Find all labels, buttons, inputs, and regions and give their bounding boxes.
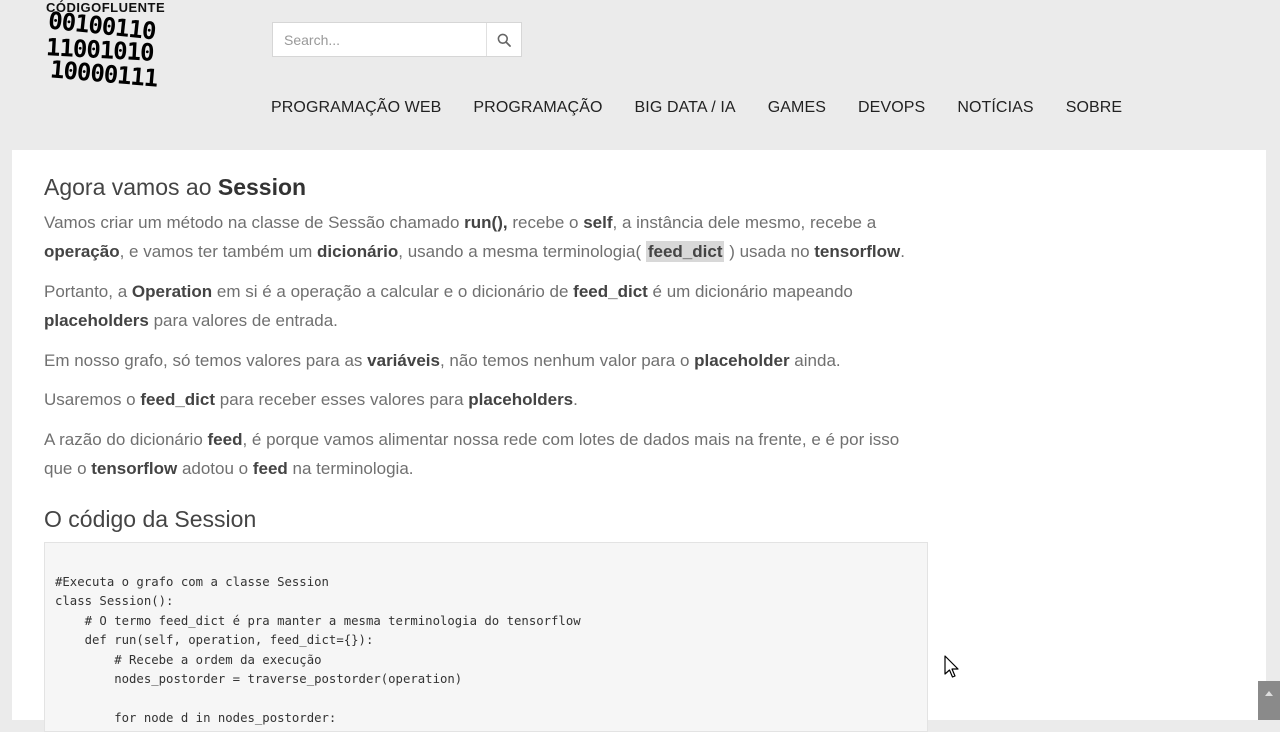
site-header: CÓDIGOFLUENTE 00100110 11001010 10000111…: [0, 0, 1280, 150]
text: .: [573, 390, 578, 409]
bold-text: feed: [252, 459, 288, 478]
bold-text: feed_dict: [140, 390, 216, 409]
paragraph-5: A razão do dicionário feed, é porque vam…: [44, 425, 929, 483]
nav-item-games[interactable]: GAMES: [752, 96, 842, 120]
text: na terminologia.: [287, 459, 414, 478]
paragraph-4: Usaremos o feed_dict para receber esses …: [44, 385, 929, 414]
paragraph-2: Portanto, a Operation em si é a operação…: [44, 277, 929, 335]
mouse-pointer-icon: [944, 655, 959, 678]
nav-item-sobre[interactable]: SOBRE: [1050, 96, 1139, 120]
search-input[interactable]: [273, 23, 487, 56]
text: Usaremos o: [44, 390, 141, 409]
nav-item-programacao-web[interactable]: PROGRAMAÇÃO WEB: [255, 96, 457, 120]
text: para valores de entrada.: [148, 311, 338, 330]
heading-prefix: Agora vamos ao: [44, 174, 212, 200]
main-nav: PROGRAMAÇÃO WEB PROGRAMAÇÃO BIG DATA / I…: [255, 96, 1138, 120]
text: Vamos criar um método na classe de Sessã…: [44, 213, 465, 232]
text: , não temos nenhum valor para o: [439, 351, 695, 370]
nav-item-noticias[interactable]: NOTÍCIAS: [941, 96, 1049, 120]
bold-text: feed_dict: [573, 282, 648, 301]
section-heading-code: O código da Session: [44, 506, 257, 532]
bold-text: tensorflow: [814, 242, 901, 261]
code-text[interactable]: #Executa o grafo com a classe Session cl…: [55, 573, 581, 728]
text: em si é a operação a calcular e o dicion…: [212, 282, 574, 301]
text: ainda.: [789, 351, 841, 370]
bold-text: tensorflow: [91, 459, 178, 478]
search-box: [272, 22, 522, 57]
site-logo[interactable]: CÓDIGOFLUENTE 00100110 11001010 10000111: [44, 0, 236, 93]
text: para receber esses valores para: [215, 390, 469, 409]
text: ) usada no: [724, 242, 815, 261]
content-area: Agora vamos ao Session Vamos criar um mé…: [12, 150, 1266, 732]
bold-text: variáveis: [367, 351, 440, 370]
bold-text: self: [583, 213, 613, 232]
text: recebe o: [507, 213, 584, 232]
heading-bold: Session: [217, 174, 307, 200]
text: , a instância dele mesmo, recebe a: [612, 213, 877, 232]
code-block[interactable]: #Executa o grafo com a classe Session cl…: [44, 542, 928, 732]
paragraph-1: Vamos criar um método na classe de Sessã…: [44, 208, 929, 266]
highlighted-text: feed_dict: [645, 241, 725, 262]
nav-item-devops[interactable]: DEVOPS: [842, 96, 941, 120]
search-button[interactable]: [486, 23, 521, 56]
bold-text: feed: [207, 430, 243, 449]
nav-item-programacao[interactable]: PROGRAMAÇÃO: [457, 96, 618, 120]
text: , usando a mesma terminologia(: [398, 242, 646, 261]
text: Portanto, a: [44, 282, 132, 301]
text: A razão do dicionário: [44, 430, 208, 449]
section-heading-session: Agora vamos ao Session: [44, 172, 306, 202]
bold-text: placeholders: [44, 311, 149, 330]
text: é um dicionário mapeando: [647, 282, 853, 301]
text: , e vamos ter também um: [119, 242, 318, 261]
bold-text: Operation: [131, 282, 213, 301]
text: adotou o: [177, 459, 253, 478]
bold-text: operação: [44, 242, 120, 261]
logo-bits-line-3: 10000111: [48, 55, 159, 93]
paragraph-3: Em nosso grafo, só temos valores para as…: [44, 346, 929, 375]
text: Em nosso grafo, só temos valores para as: [44, 351, 368, 370]
bold-text: placeholders: [468, 390, 574, 409]
chevron-up-icon: [1265, 691, 1273, 696]
bold-text: placeholder: [694, 351, 790, 370]
text: .: [900, 242, 905, 261]
nav-item-big-data-ia[interactable]: BIG DATA / IA: [619, 96, 752, 120]
bold-text: run(),: [464, 213, 508, 232]
bold-text: dicionário: [317, 242, 399, 261]
search-icon: [497, 33, 511, 47]
scroll-to-top-button[interactable]: [1258, 681, 1280, 720]
